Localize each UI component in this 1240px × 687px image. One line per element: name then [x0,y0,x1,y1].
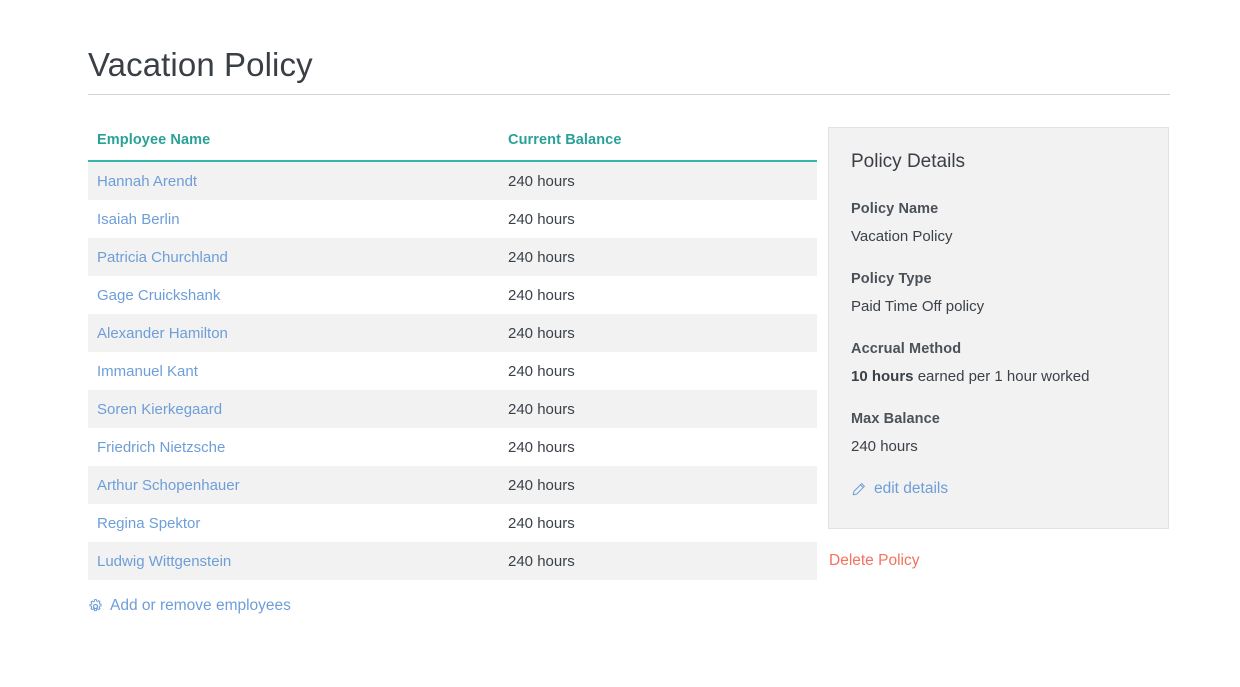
table-row[interactable]: Isaiah Berlin 240 hours [88,200,817,238]
delete-policy-link[interactable]: Delete Policy [829,552,919,570]
detail-group-accrual-method: Accrual Method 10 hours earned per 1 hou… [851,340,1144,386]
detail-label: Accrual Method [851,341,962,357]
table-head: Employee Name Current Balance [88,128,817,162]
detail-label: Policy Name [851,201,939,217]
table-row[interactable]: Soren Kierkegaard 240 hours [88,390,817,428]
table-row[interactable]: Alexander Hamilton 240 hours [88,314,817,352]
cell-employee-name: Gage Cruickshank [88,276,499,314]
employee-link[interactable]: Immanuel Kant [97,363,198,380]
cell-current-balance: 240 hours [508,210,575,228]
detail-group-max-balance: Max Balance 240 hours [851,410,1144,456]
add-remove-employees-label: Add or remove employees [110,597,291,614]
cell-employee-name: Isaiah Berlin [88,200,499,238]
column-header-current-balance[interactable]: Current Balance [499,128,817,162]
pencil-icon [851,482,866,497]
employee-link[interactable]: Isaiah Berlin [97,211,180,228]
cell-current-balance: 240 hours [508,552,575,570]
cell-current-balance: 240 hours [508,438,575,456]
cell-employee-name: Immanuel Kant [88,352,499,390]
detail-value: 240 hours [851,438,918,455]
cell-employee-name: Ludwig Wittgenstein [88,542,499,580]
table-body: Hannah Arendt 240 hours Isaiah Berlin 24… [88,161,817,580]
employee-link[interactable]: Regina Spektor [97,515,200,532]
employee-link[interactable]: Friedrich Nietzsche [97,439,225,456]
gear-icon [88,598,103,614]
cell-employee-name: Hannah Arendt [88,161,499,200]
employee-table: Employee Name Current Balance Hannah Are… [88,128,817,580]
column-header-employee-name[interactable]: Employee Name [88,128,499,162]
employee-link[interactable]: Patricia Churchland [97,249,228,266]
employee-link[interactable]: Hannah Arendt [97,173,197,190]
table-row[interactable]: Arthur Schopenhauer 240 hours [88,466,817,504]
edit-details-label: edit details [874,480,949,497]
policy-details-heading: Policy Details [851,151,966,172]
cell-employee-name: Arthur Schopenhauer [88,466,499,504]
cell-current-balance: 240 hours [508,286,575,304]
table-row[interactable]: Gage Cruickshank 240 hours [88,276,817,314]
detail-value: 10 hours earned per 1 hour worked [851,368,1144,386]
cell-current-balance: 240 hours [508,514,575,532]
cell-current-balance: 240 hours [508,476,575,494]
employee-link[interactable]: Arthur Schopenhauer [97,477,240,494]
cell-current-balance: 240 hours [508,172,575,190]
cell-employee-name: Soren Kierkegaard [88,390,499,428]
cell-employee-name: Alexander Hamilton [88,314,499,352]
detail-value: Paid Time Off policy [851,298,985,315]
cell-employee-name: Regina Spektor [88,504,499,542]
page-title: Vacation Policy [88,46,313,83]
employee-link[interactable]: Gage Cruickshank [97,287,220,304]
policy-details-panel: Policy Details Policy Name Vacation Poli… [828,127,1169,529]
detail-value: Vacation Policy [851,228,953,245]
edit-details-link[interactable]: edit details [851,480,1144,498]
table-row[interactable]: Regina Spektor 240 hours [88,504,817,542]
table-row[interactable]: Friedrich Nietzsche 240 hours [88,428,817,466]
employee-link[interactable]: Alexander Hamilton [97,325,228,342]
table-header-row: Employee Name Current Balance [88,128,817,162]
policy-details-content: Policy Details Policy Name Vacation Poli… [829,128,1168,498]
employee-link[interactable]: Ludwig Wittgenstein [97,553,231,570]
cell-current-balance: 240 hours [508,248,575,266]
table-row[interactable]: Ludwig Wittgenstein 240 hours [88,542,817,580]
employee-link[interactable]: Soren Kierkegaard [97,401,222,418]
table-row[interactable]: Patricia Churchland 240 hours [88,238,817,276]
table-row[interactable]: Immanuel Kant 240 hours [88,352,817,390]
cell-employee-name: Friedrich Nietzsche [88,428,499,466]
detail-group-policy-type: Policy Type Paid Time Off policy [851,270,1144,316]
cell-current-balance: 240 hours [508,324,575,342]
accrual-rate-value: 10 hours [851,368,914,385]
add-remove-employees-link[interactable]: Add or remove employees [88,597,291,615]
cell-current-balance: 240 hours [508,362,575,380]
vacation-policy-page: Vacation Policy Employee Name Current Ba… [0,0,1240,687]
detail-group-policy-name: Policy Name Vacation Policy [851,200,1144,246]
cell-current-balance: 240 hours [508,400,575,418]
page-header: Vacation Policy [88,44,1170,95]
cell-employee-name: Patricia Churchland [88,238,499,276]
accrual-rate-description: earned per 1 hour worked [913,368,1090,385]
detail-label: Policy Type [851,271,932,287]
table-row[interactable]: Hannah Arendt 240 hours [88,161,817,200]
detail-label: Max Balance [851,411,940,427]
header-divider [88,94,1170,95]
